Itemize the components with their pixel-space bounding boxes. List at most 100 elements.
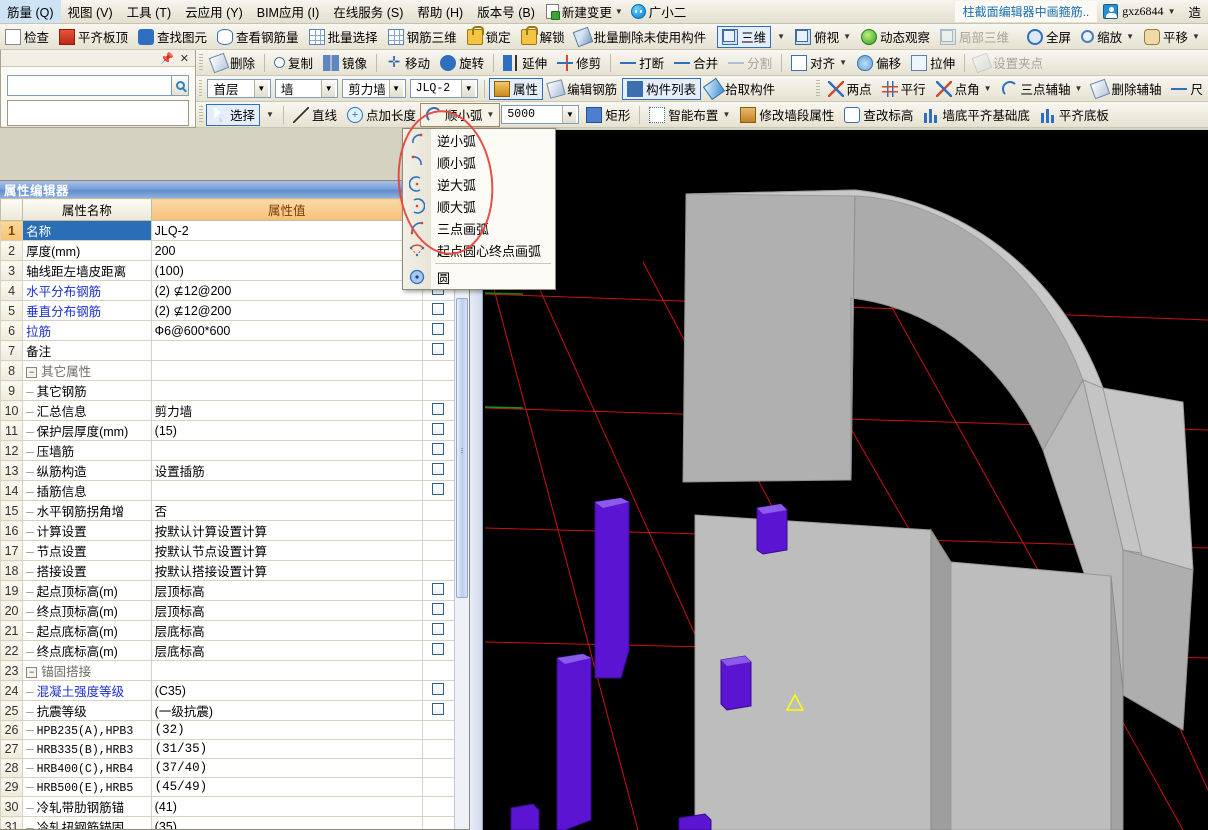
- property-value-cell[interactable]: [150, 480, 423, 501]
- property-value-cell[interactable]: 层底标高: [150, 640, 423, 661]
- tool-align-slab-bottom[interactable]: 平齐底板: [1035, 104, 1114, 126]
- menu-item-trailing[interactable]: 造: [1181, 0, 1208, 23]
- arc-menu-item-6[interactable]: 起点圆心终点画弧: [403, 239, 555, 261]
- arc-mode-button[interactable]: 顺小弧 ▼: [419, 102, 501, 127]
- search-input[interactable]: [7, 75, 172, 96]
- property-name-cell[interactable]: — HRB500(E),HRB5: [22, 777, 152, 797]
- scrollbar-thumb[interactable]: [456, 298, 468, 598]
- table-row[interactable]: 10— 汇总信息 剪力墙: [0, 400, 456, 421]
- property-value-cell[interactable]: [150, 660, 423, 681]
- property-name-cell[interactable]: — 抗震等级: [22, 700, 152, 721]
- property-name-cell[interactable]: — 计算设置: [22, 520, 152, 541]
- table-row[interactable]: 14— 插筋信息: [0, 480, 456, 501]
- floor-select[interactable]: 首层 ▼: [207, 79, 271, 98]
- chevron-down-icon[interactable]: ▼: [321, 80, 336, 97]
- tool-find-element[interactable]: 查找图元: [133, 26, 212, 48]
- table-row[interactable]: 19— 起点顶标高(m) 层顶标高: [0, 580, 456, 601]
- property-check-cell[interactable]: [421, 500, 456, 521]
- table-row[interactable]: 16— 计算设置 按默认计算设置计算: [0, 520, 456, 541]
- tool-zoom[interactable]: 缩放 ▼: [1076, 26, 1139, 48]
- checkbox[interactable]: [432, 443, 445, 455]
- property-value-cell[interactable]: (31/35): [150, 739, 423, 759]
- property-check-cell[interactable]: [421, 520, 456, 541]
- tool-point-length[interactable]: + 点加长度: [342, 104, 421, 126]
- property-check-cell[interactable]: [421, 777, 456, 797]
- property-value-cell[interactable]: (32): [150, 720, 423, 740]
- property-check-cell[interactable]: [421, 700, 456, 721]
- select-tool-dropdown[interactable]: ▼: [260, 104, 279, 126]
- menu-item-help[interactable]: 帮助 (H): [410, 0, 470, 23]
- table-row[interactable]: 6 拉筋 Ф6@600*600: [0, 320, 456, 341]
- property-check-cell[interactable]: [421, 580, 456, 601]
- arc-menu-item-3[interactable]: 逆大弧: [403, 173, 555, 195]
- toolbar3-grip-2[interactable]: [816, 79, 820, 98]
- property-name-cell[interactable]: — 水平钢筋拐角增: [22, 500, 152, 521]
- menu-item-cloud-app[interactable]: 云应用 (Y): [178, 0, 250, 23]
- arc-menu-item-1[interactable]: 逆小弧: [403, 129, 555, 151]
- checkbox[interactable]: [432, 603, 445, 615]
- property-check-cell[interactable]: [421, 420, 456, 441]
- property-check-cell[interactable]: [421, 560, 456, 581]
- tool-align[interactable]: 对齐 ▼: [786, 52, 852, 74]
- chevron-down-icon[interactable]: ▼: [388, 80, 403, 97]
- property-name-cell[interactable]: — 冷轧带肋钢筋锚: [22, 796, 152, 817]
- property-name-cell[interactable]: — 终点顶标高(m): [22, 600, 152, 621]
- checkbox[interactable]: [432, 683, 445, 695]
- property-check-cell[interactable]: [421, 720, 456, 740]
- property-check-cell[interactable]: [421, 380, 456, 401]
- table-row[interactable]: 20— 终点顶标高(m) 层顶标高: [0, 600, 456, 621]
- table-row[interactable]: 11— 保护层厚度(mm) (15): [0, 420, 456, 441]
- toolbar3-grip[interactable]: [199, 79, 203, 98]
- tool-unlock[interactable]: 解锁: [516, 25, 570, 48]
- tool-merge[interactable]: 合并: [669, 52, 723, 74]
- radius-input[interactable]: 5000 ▼: [501, 105, 580, 124]
- property-name-cell[interactable]: − 锚固搭接: [22, 660, 152, 681]
- property-name-cell[interactable]: — 搭接设置: [22, 560, 152, 581]
- property-name-cell[interactable]: 水平分布钢筋: [22, 280, 152, 301]
- property-name-cell[interactable]: — 冷轧扭钢筋锚固: [22, 816, 152, 829]
- expander-icon[interactable]: −: [26, 367, 38, 379]
- tool-copy[interactable]: 复制: [269, 52, 318, 74]
- tool-three-point-axis[interactable]: 三点辅轴 ▼: [997, 78, 1088, 100]
- tool-point-angle[interactable]: 点角 ▼: [931, 78, 997, 100]
- property-name-cell[interactable]: — HRB335(B),HRB3: [22, 739, 152, 759]
- property-value-cell[interactable]: 否: [150, 500, 423, 521]
- property-name-cell[interactable]: — 混凝土强度等级: [22, 680, 152, 701]
- table-row[interactable]: 3 轴线距左墙皮距离 (100): [0, 260, 456, 281]
- menu-item-online-service[interactable]: 在线服务 (S): [326, 0, 410, 23]
- property-check-cell[interactable]: [421, 440, 456, 461]
- checkbox[interactable]: [432, 303, 445, 315]
- tool-flat-top[interactable]: 平齐板顶: [54, 26, 133, 48]
- account-button[interactable]: 广小二: [627, 1, 691, 22]
- table-row[interactable]: 27— HRB335(B),HRB3 (31/35): [0, 739, 456, 759]
- property-check-cell[interactable]: [421, 620, 456, 641]
- tool-delete[interactable]: 删除: [206, 52, 260, 74]
- tool-offset[interactable]: 偏移: [852, 52, 906, 74]
- tool-trim[interactable]: 修剪: [552, 52, 606, 74]
- tool-rectangle[interactable]: 矩形: [581, 104, 635, 126]
- chevron-down-icon[interactable]: ▼: [253, 80, 268, 97]
- pick-component-button[interactable]: 拾取构件: [701, 77, 780, 100]
- checkbox[interactable]: [432, 703, 445, 715]
- property-check-cell[interactable]: [421, 796, 456, 817]
- property-name-cell[interactable]: — 起点底标高(m): [22, 620, 152, 641]
- property-name-cell[interactable]: — HPB235(A),HPB3: [22, 720, 152, 740]
- table-row[interactable]: 1 名称 JLQ-2: [0, 220, 456, 241]
- tool-edit-wall-segment[interactable]: 修改墙段属性: [735, 104, 839, 126]
- arc-dropdown-menu[interactable]: 逆小弧 顺小弧 逆大弧 顺大弧 三点画弧 起点圆心终点画弧 圆: [402, 128, 556, 290]
- property-name-cell[interactable]: — HRB400(C),HRB4: [22, 758, 152, 778]
- property-value-cell[interactable]: 设置插筋: [150, 460, 423, 481]
- property-check-cell[interactable]: [421, 540, 456, 561]
- menu-item-view[interactable]: 视图 (V): [61, 0, 120, 23]
- property-name-cell[interactable]: — 汇总信息: [22, 400, 152, 421]
- new-change-button[interactable]: 新建变更 ▼: [542, 1, 627, 22]
- tool-extend[interactable]: 延伸: [498, 52, 552, 74]
- chevron-down-icon[interactable]: ▼: [562, 106, 577, 123]
- property-value-cell[interactable]: [150, 440, 423, 461]
- property-value-cell[interactable]: 剪力墙: [150, 400, 423, 421]
- table-row[interactable]: 9— 其它钢筋: [0, 380, 456, 401]
- property-grid[interactable]: 属性名称 属性值 1 名称 JLQ-2 2 厚度(mm) 200 3 轴线距左墙皮距离 (100…: [0, 198, 469, 829]
- property-name-cell[interactable]: — 保护层厚度(mm): [22, 420, 152, 441]
- property-name-cell[interactable]: — 压墙筋: [22, 440, 152, 461]
- table-row[interactable]: 18— 搭接设置 按默认搭接设置计算: [0, 560, 456, 581]
